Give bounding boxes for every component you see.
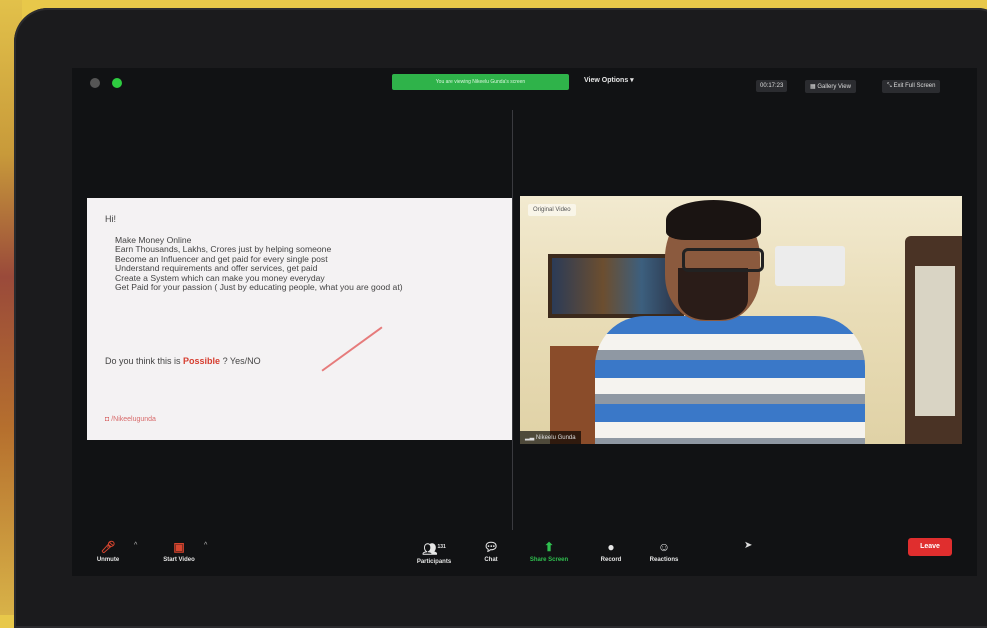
handle-text: /Nikeelugunda xyxy=(111,416,156,423)
gallery-view-button[interactable]: ▦ Gallery View xyxy=(805,80,856,93)
bottom-toolbar: 🎤︎ Unmute ^ ▣ Start Video ^ 👥︎131 Partic… xyxy=(72,534,977,576)
participants-count: 131 xyxy=(437,544,446,550)
meeting-timer: 00:17:23 xyxy=(756,80,788,92)
question-highlight: Possible xyxy=(183,356,221,366)
participants-button[interactable]: 👥︎131 Participants xyxy=(410,540,458,565)
record-label: Record xyxy=(600,557,622,563)
video-off-icon: ▣ xyxy=(173,540,185,554)
chat-button[interactable]: 💬︎ Chat xyxy=(476,540,506,563)
gallery-view-label: Gallery View xyxy=(817,84,851,90)
chevron-up-icon[interactable]: ^ xyxy=(204,542,207,549)
slide-bullet-list: Make Money Online Earn Thousands, Lakhs,… xyxy=(105,235,505,293)
window-control-fullscreen[interactable] xyxy=(112,78,122,88)
wall-painting xyxy=(548,254,684,318)
chevron-up-icon[interactable]: ^ xyxy=(134,542,137,549)
unmute-label: Unmute xyxy=(96,557,120,563)
view-options-button[interactable]: View Options ▾ xyxy=(584,76,634,84)
person-beard xyxy=(678,268,748,320)
split-divider[interactable] xyxy=(512,110,513,530)
person-shirt xyxy=(595,316,865,444)
record-button[interactable]: ● Record xyxy=(594,540,628,563)
record-icon: ● xyxy=(607,540,615,554)
laptop-frame: You are viewing Nikeelu Gunda's screen V… xyxy=(14,8,987,628)
start-video-label: Start Video xyxy=(163,557,195,563)
slide-question: Do you think this is Possible ? Yes/NO xyxy=(105,356,261,366)
chat-label: Chat xyxy=(484,557,498,563)
glasses xyxy=(682,248,764,272)
participant-video[interactable]: Original Video ▂▃ Nikeelu Gunda xyxy=(520,196,962,444)
participant-name: Nikeelu Gunda xyxy=(535,435,576,441)
question-prefix: Do you think this is xyxy=(105,356,184,366)
share-screen-button[interactable]: ⬆ Share Screen xyxy=(524,540,574,563)
share-screen-label: Share Screen xyxy=(529,557,569,563)
instagram-handle: ◘ /Nikeelugunda xyxy=(105,416,156,423)
slide-bullet: Get Paid for your passion ( Just by educ… xyxy=(115,282,505,293)
start-video-button[interactable]: ▣ Start Video xyxy=(156,540,202,563)
reactions-icon: ☺ xyxy=(657,540,671,554)
person-hair xyxy=(666,200,761,240)
mirror xyxy=(915,266,955,416)
mouse-cursor-icon: ➤ xyxy=(744,540,753,551)
question-suffix: ? Yes/NO xyxy=(220,356,261,366)
reactions-label: Reactions xyxy=(649,557,679,563)
muted-mic-icon: 🎤︎ xyxy=(100,540,116,554)
leave-button[interactable]: Leave xyxy=(908,538,952,556)
participants-label: Participants xyxy=(416,559,452,565)
share-screen-icon: ⬆ xyxy=(543,540,555,554)
reactions-button[interactable]: ☺ Reactions xyxy=(644,540,684,563)
participants-icon: 👥︎131 xyxy=(422,542,446,556)
participant-name-tag: ▂▃ Nikeelu Gunda xyxy=(520,431,581,444)
slide-greeting: Hi! xyxy=(105,214,116,224)
air-conditioner xyxy=(775,246,845,286)
top-toolbar: You are viewing Nikeelu Gunda's screen V… xyxy=(72,68,977,96)
unmute-button[interactable]: 🎤︎ Unmute xyxy=(90,540,126,563)
zoom-window: You are viewing Nikeelu Gunda's screen V… xyxy=(72,68,977,576)
window-control-minimize[interactable] xyxy=(90,78,100,88)
screen-share-banner[interactable]: You are viewing Nikeelu Gunda's screen xyxy=(392,74,569,90)
annotation-stroke xyxy=(321,326,383,372)
shared-slide: Hi! Make Money Online Earn Thousands, La… xyxy=(87,198,512,440)
exit-full-screen-label: Exit Full Screen xyxy=(893,83,936,89)
chat-icon: 💬︎ xyxy=(483,540,499,554)
signal-icon: ▂▃ xyxy=(525,435,536,441)
original-video-label[interactable]: Original Video xyxy=(528,204,576,216)
exit-full-screen-button[interactable]: ⤡ Exit Full Screen xyxy=(882,80,941,93)
